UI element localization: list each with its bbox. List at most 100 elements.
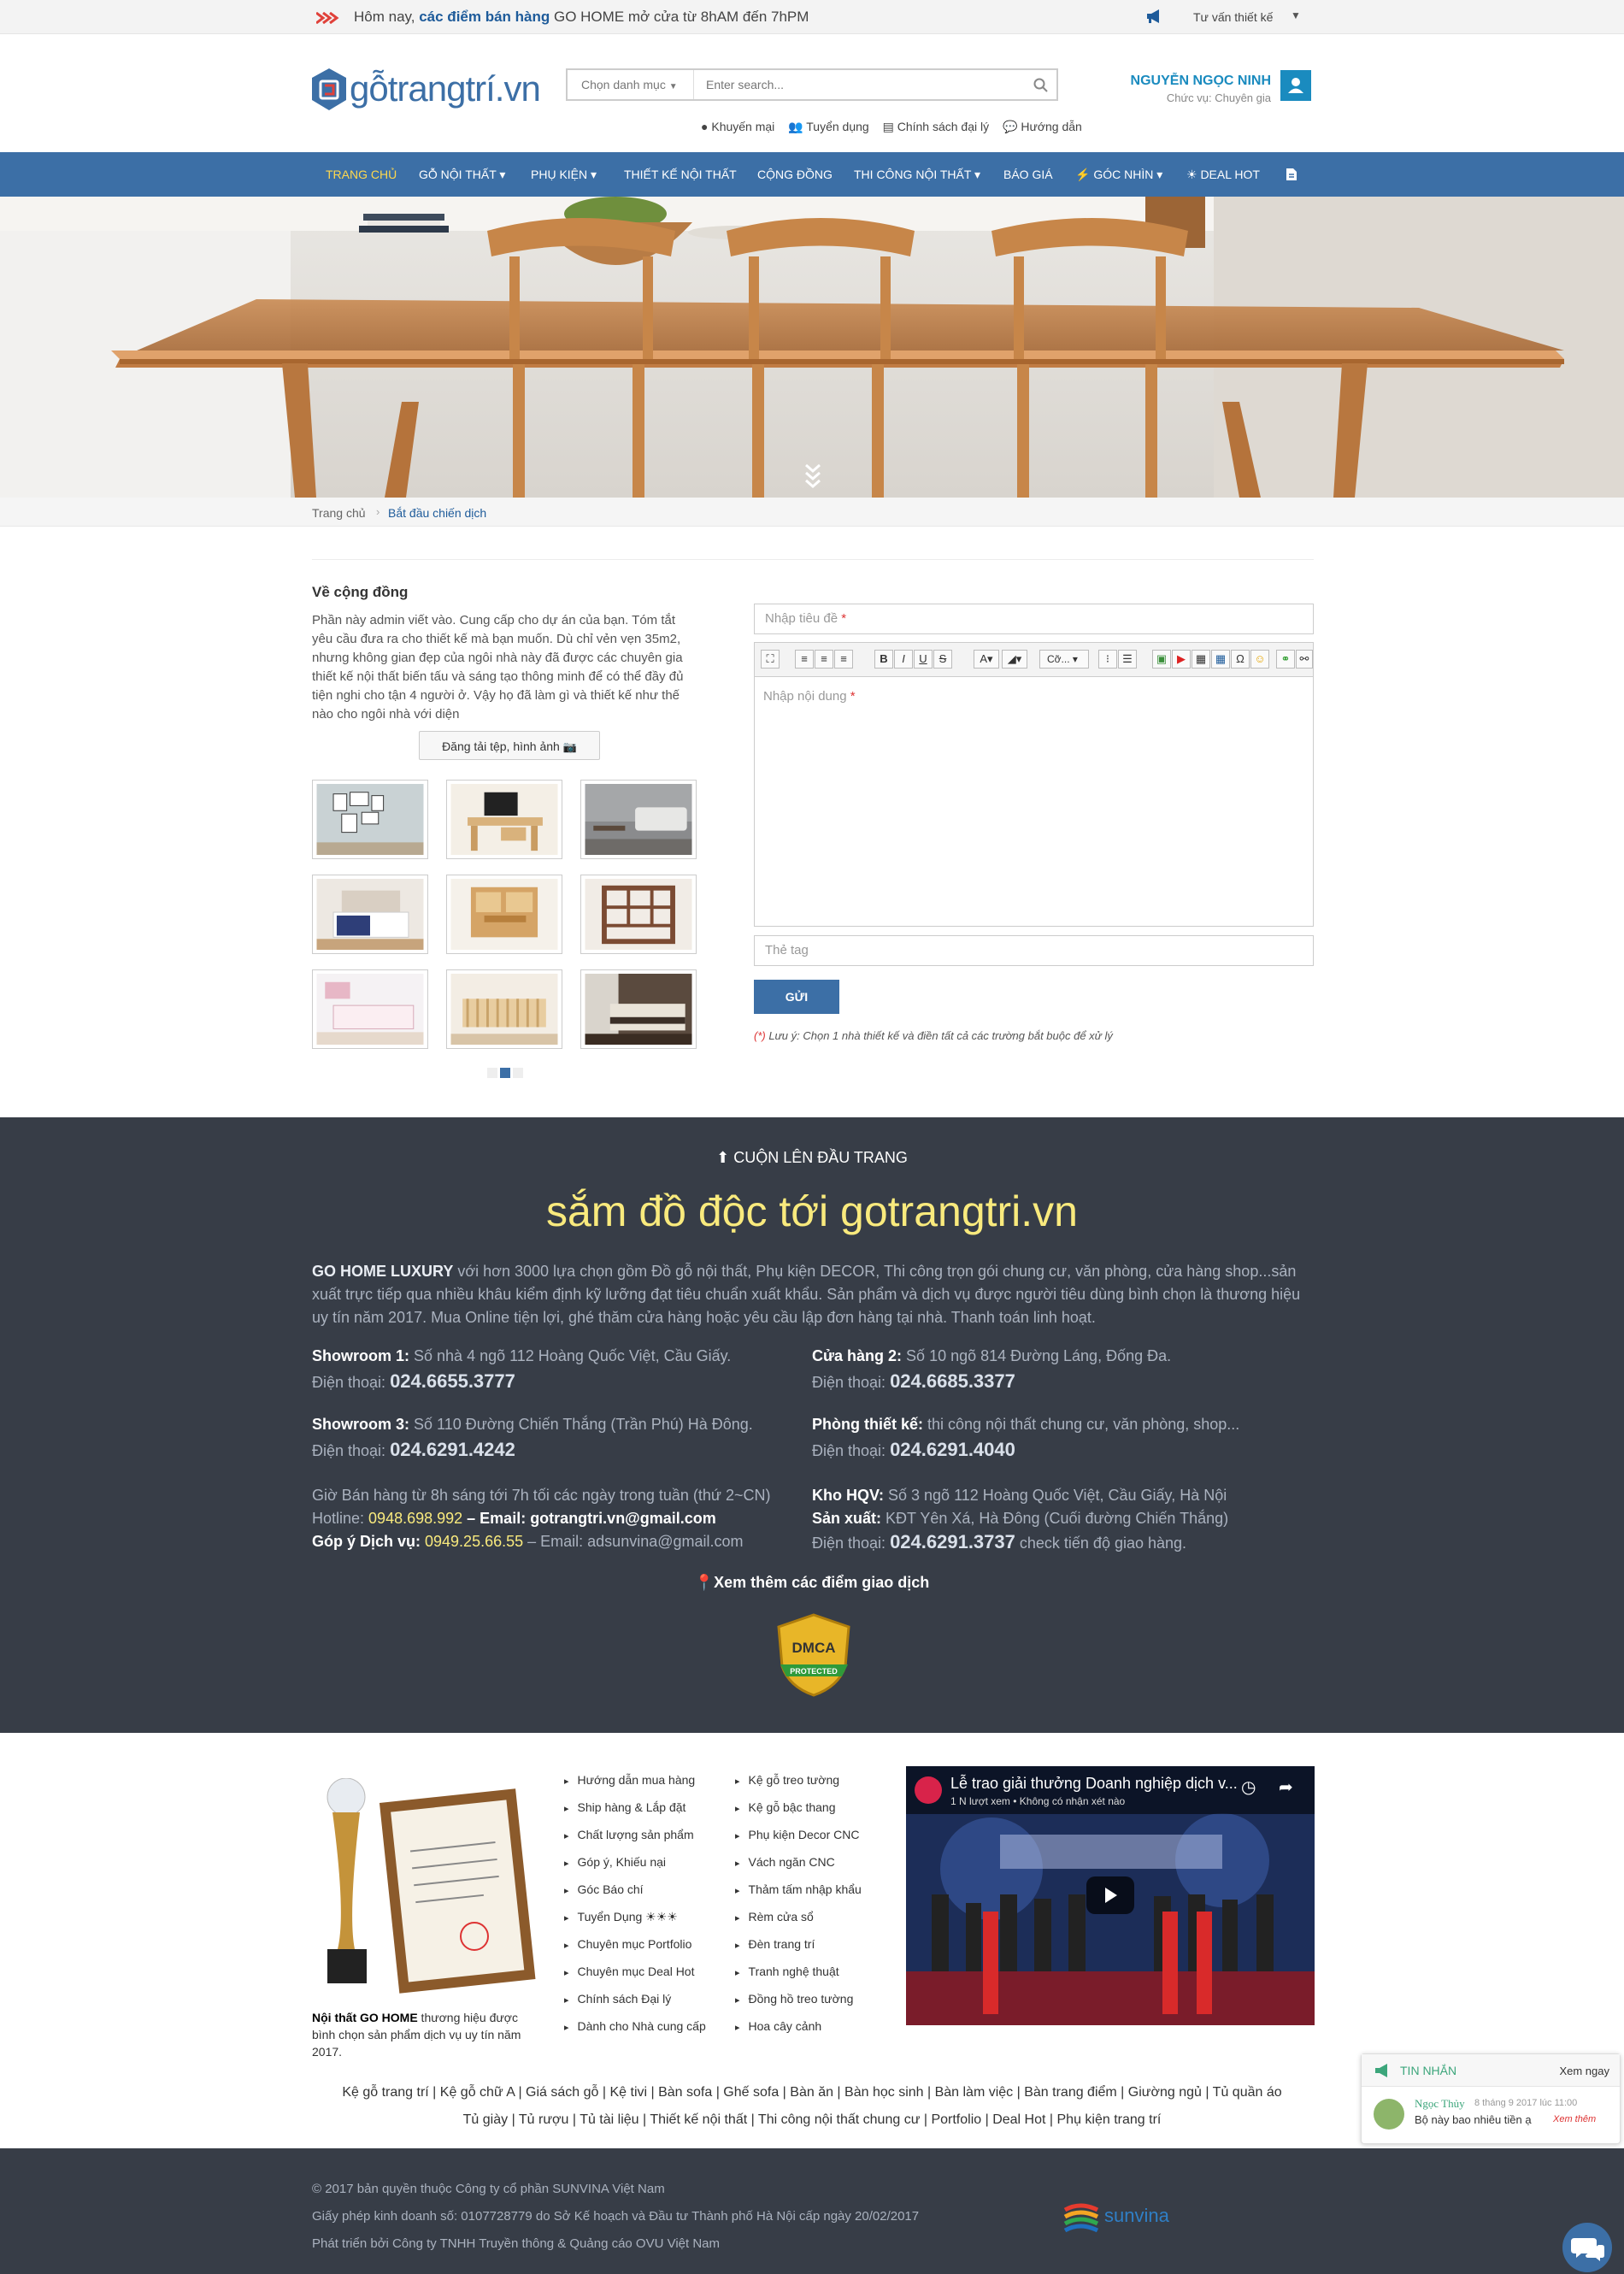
site-logo[interactable]: gỗtrangtrí.vn xyxy=(310,67,554,115)
link-art[interactable]: Tranh nghệ thuật xyxy=(735,1959,862,1986)
gallery-thumb[interactable] xyxy=(446,780,562,859)
hotline-number[interactable]: 0948.698.992 xyxy=(368,1510,462,1527)
quick-link-promo[interactable]: ● Khuyến mại xyxy=(701,120,780,133)
share-icon[interactable]: ➦ xyxy=(1279,1776,1293,1798)
link-quality[interactable]: Chất lượng sản phẩm xyxy=(564,1822,706,1849)
sunvina-logo[interactable]: sunvina xyxy=(1062,2200,1181,2234)
clock-icon[interactable]: ◷ xyxy=(1241,1776,1256,1798)
content-editor[interactable]: ⛶ ≡ ≡ ≡ B I U S A▾ ◢▾ Cỡ... ▾ ⁝ ☰ ▣ ▶ ▦ … xyxy=(754,642,1314,927)
youtube-icon[interactable]: ▶ xyxy=(1172,650,1191,669)
link-feedback[interactable]: Góp ý, Khiếu nại xyxy=(564,1849,706,1876)
chat-widget[interactable]: TIN NHẮN Xem ngay Ngọc Thủy 8 tháng 9 20… xyxy=(1361,2053,1621,2144)
highlight-color-icon[interactable]: ◢▾ xyxy=(1002,650,1027,669)
emoji-icon[interactable]: ☺ xyxy=(1250,650,1269,669)
text-color-icon[interactable]: A▾ xyxy=(974,650,999,669)
link-clocks[interactable]: Đồng hồ treo tường xyxy=(735,1986,862,2013)
play-button[interactable] xyxy=(1086,1876,1134,1914)
phone-number[interactable]: 024.6685.3377 xyxy=(890,1370,1015,1392)
gallery-thumb[interactable] xyxy=(580,969,697,1049)
pagination-dot[interactable] xyxy=(487,1068,497,1078)
link-curtains[interactable]: Rèm cửa sổ xyxy=(735,1904,862,1931)
category-select[interactable]: Chọn danh mục ▼ xyxy=(568,70,694,99)
phone-number[interactable]: 024.6291.4040 xyxy=(890,1439,1015,1460)
upload-button[interactable]: Đăng tải tệp, hình ảnh 📷 xyxy=(419,731,600,760)
bullet-list-icon[interactable]: ☰ xyxy=(1118,650,1137,669)
gallery-thumb[interactable] xyxy=(312,780,428,859)
search-input[interactable] xyxy=(697,70,1022,99)
user-avatar-button[interactable] xyxy=(1280,70,1311,101)
quick-link-jobs[interactable]: 👥 Tuyển dụng xyxy=(788,120,874,133)
stores-link[interactable]: các điểm bán hàng xyxy=(419,9,550,25)
video-player[interactable]: Lễ trao giải thưởng Doanh nghiệp dịch v.… xyxy=(906,1766,1315,2025)
gallery-thumb[interactable] xyxy=(312,969,428,1049)
nav-item-pricing[interactable]: BÁO GIÁ xyxy=(1003,168,1053,181)
link-jobs[interactable]: Tuyển Dụng ☀☀☀ xyxy=(564,1904,706,1931)
breadcrumb-home[interactable]: Trang chủ xyxy=(312,506,366,520)
font-size-select[interactable]: Cỡ... ▾ xyxy=(1039,650,1089,669)
nav-item-deal-hot[interactable]: ☀ DEAL HOT xyxy=(1186,168,1260,182)
nav-item-furniture[interactable]: GỖ NỘI THẤT ▾ xyxy=(419,168,505,182)
gallery-thumb[interactable] xyxy=(580,780,697,859)
chat-see-more[interactable]: Xem thêm xyxy=(1553,2114,1596,2124)
gallery-thumb[interactable] xyxy=(312,875,428,954)
nav-item-home[interactable]: TRANG CHỦ xyxy=(326,168,397,181)
table-icon[interactable]: ▦ xyxy=(1211,650,1230,669)
underline-icon[interactable]: U xyxy=(914,650,933,669)
search-icon[interactable] xyxy=(1033,77,1050,94)
link-agency-policy[interactable]: Chính sách Đại lý xyxy=(564,1986,706,2013)
pagination-dot-active[interactable] xyxy=(500,1068,510,1078)
italic-icon[interactable]: I xyxy=(894,650,913,669)
link-purchase-guide[interactable]: Hướng dẫn mua hàng xyxy=(564,1767,706,1794)
dmca-badge[interactable]: DMCA PROTECTED xyxy=(774,1611,855,1697)
chat-view-now[interactable]: Xem ngay xyxy=(1559,2065,1609,2077)
video-title[interactable]: Lễ trao giải thưởng Doanh nghiệp dịch v.… xyxy=(950,1775,1238,1793)
unlink-icon[interactable]: ⚯ xyxy=(1296,650,1313,669)
chevron-down-icon[interactable]: ▼ xyxy=(1291,9,1301,21)
phone-number[interactable]: 024.6291.3737 xyxy=(890,1531,1015,1552)
gallery-thumb[interactable] xyxy=(446,875,562,954)
link-lamps[interactable]: Đèn trang trí xyxy=(735,1931,862,1959)
phone-number[interactable]: 024.6291.4242 xyxy=(390,1439,515,1460)
nav-item-interior-design[interactable]: THIẾT KẾ NỘI THẤT xyxy=(624,168,737,181)
gallery-thumb[interactable] xyxy=(580,875,697,954)
link-icon[interactable]: ⚭ xyxy=(1276,650,1295,669)
user-name[interactable]: NGUYỄN NGỌC NINH xyxy=(1068,74,1271,89)
nav-item-community[interactable]: CỘNG ĐỒNG xyxy=(757,168,833,181)
title-field[interactable]: Nhập tiêu đề * xyxy=(754,604,1314,634)
image-icon[interactable]: ▣ xyxy=(1152,650,1171,669)
pagination-dot[interactable] xyxy=(513,1068,523,1078)
link-press[interactable]: Góc Báo chí xyxy=(564,1876,706,1904)
link-portfolio[interactable]: Chuyên mục Portfolio xyxy=(564,1931,706,1959)
feedback-phone[interactable]: 0949.25.66.55 xyxy=(425,1533,523,1550)
align-right-icon[interactable]: ≡ xyxy=(834,650,853,669)
link-suppliers[interactable]: Dành cho Nhà cung cấp xyxy=(564,2013,706,2041)
strikethrough-icon[interactable]: S xyxy=(933,650,952,669)
flash-icon[interactable]: ▦ xyxy=(1192,650,1210,669)
channel-avatar[interactable] xyxy=(915,1776,942,1804)
scroll-to-top-link[interactable]: ⬆ CUỘN LÊN ĐẦU TRANG xyxy=(0,1149,1624,1167)
scroll-down-icon[interactable] xyxy=(804,463,821,489)
chat-launcher-button[interactable] xyxy=(1562,2223,1612,2272)
nav-item-perspective[interactable]: ⚡ GÓC NHÌN ▾ xyxy=(1075,168,1162,182)
phone-number[interactable]: 024.6655.3777 xyxy=(390,1370,515,1392)
link-cnc-decor[interactable]: Phụ kiện Decor CNC xyxy=(735,1822,862,1849)
link-wall-shelf[interactable]: Kệ gỗ treo tường xyxy=(735,1767,862,1794)
submit-button[interactable]: GỬI xyxy=(754,980,839,1014)
tag-line[interactable]: Kệ gỗ trang trí | Kệ gỗ chữ A | Giá sách… xyxy=(256,2079,1368,2106)
link-ladder-shelf[interactable]: Kệ gỗ bậc thang xyxy=(735,1794,862,1822)
quick-link-guide[interactable]: 💬 Hướng dẫn xyxy=(1003,120,1087,133)
link-rugs[interactable]: Thảm tấm nhập khẩu xyxy=(735,1876,862,1904)
maximize-icon[interactable]: ⛶ xyxy=(761,650,780,669)
align-left-icon[interactable]: ≡ xyxy=(795,650,814,669)
link-cnc-partition[interactable]: Vách ngăn CNC xyxy=(735,1849,862,1876)
nav-item-construction[interactable]: THI CÔNG NỘI THẤT ▾ xyxy=(854,168,980,182)
more-locations-link[interactable]: 📍Xem thêm các điểm giao dịch xyxy=(0,1574,1624,1592)
align-center-icon[interactable]: ≡ xyxy=(815,650,833,669)
document-icon[interactable] xyxy=(1286,168,1297,181)
nav-item-accessories[interactable]: PHỤ KIỆN ▾ xyxy=(531,168,597,182)
quick-link-agency[interactable]: ▤ Chính sách đại lý xyxy=(883,120,995,133)
gallery-thumb[interactable] xyxy=(446,969,562,1049)
tag-line[interactable]: Tủ giày | Tủ rượu | Tủ tài liệu | Thiết … xyxy=(256,2106,1368,2134)
link-shipping[interactable]: Ship hàng & Lắp đặt xyxy=(564,1794,706,1822)
consult-dropdown[interactable]: Tư vấn thiết kế xyxy=(1193,10,1273,24)
